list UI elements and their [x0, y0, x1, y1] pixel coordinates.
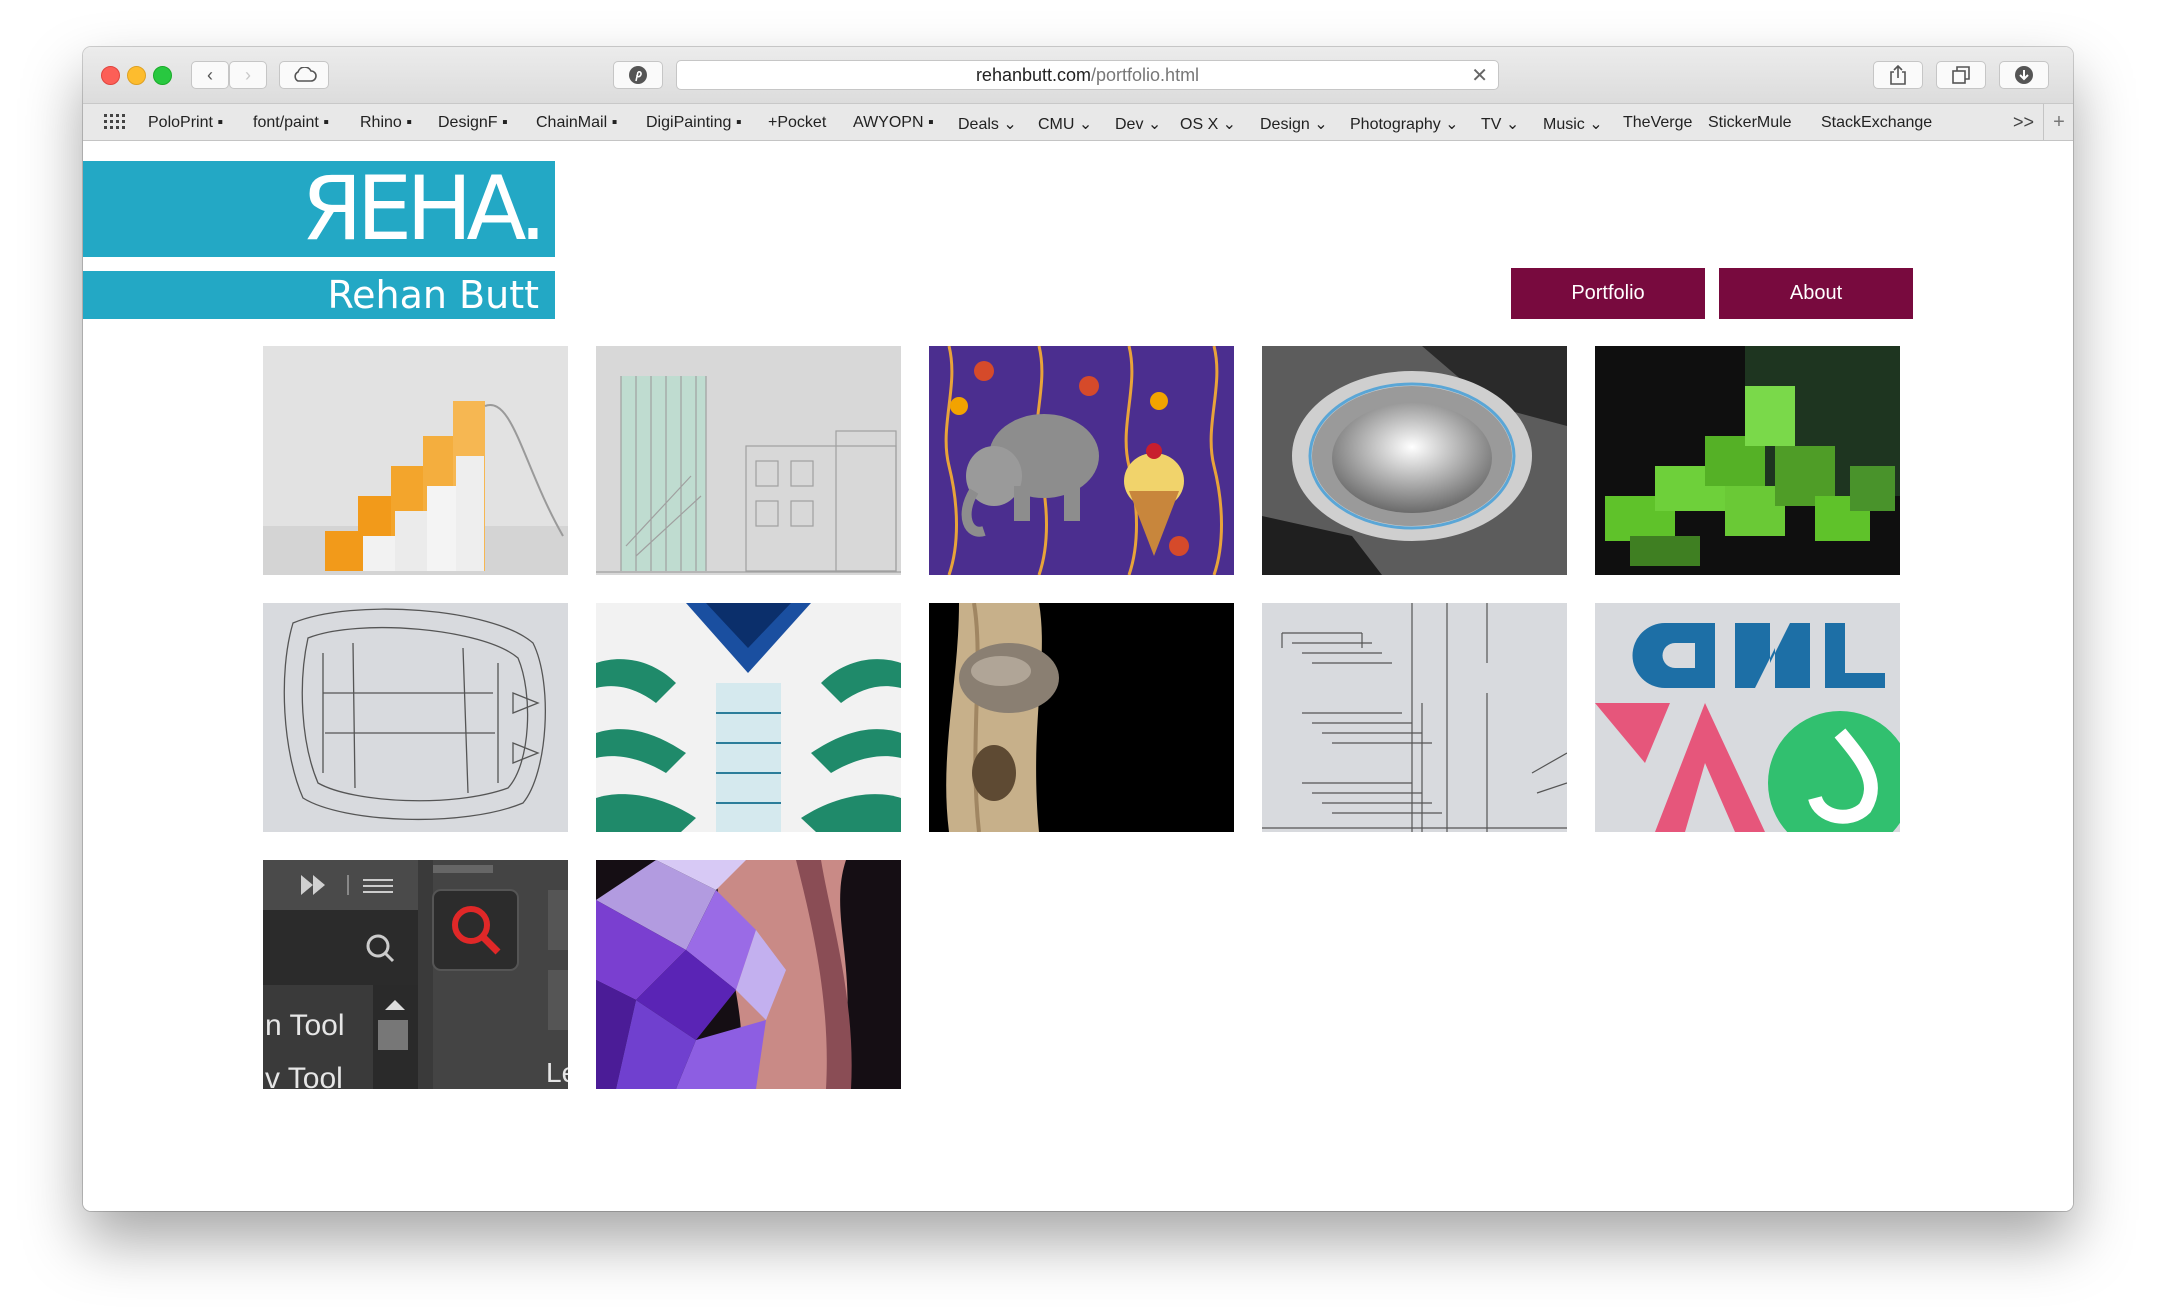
plus-icon: +: [2053, 110, 2065, 133]
portfolio-tile-geometric-logo[interactable]: [1595, 603, 1900, 832]
bookmark-item[interactable]: Music ⌄: [1543, 114, 1603, 134]
bookmark-item[interactable]: OS X ⌄: [1180, 114, 1236, 134]
bookmark-item[interactable]: CMU ⌄: [1038, 114, 1092, 134]
site-logo[interactable]: ЯEHA.: [83, 161, 555, 257]
portfolio-tile-building-elevation[interactable]: [596, 346, 901, 575]
ui-tool-label: n Tool: [265, 1009, 345, 1042]
site-name: Rehan Butt: [327, 273, 539, 317]
close-window-button[interactable]: [101, 66, 120, 85]
icloud-tabs-button[interactable]: [279, 61, 329, 89]
logo-wordmark: ЯEHA.: [301, 157, 547, 260]
elephant-pattern-illustration: [929, 346, 1234, 575]
stair-construction-drawing: [1262, 603, 1567, 832]
bookmark-item[interactable]: ChainMail ▪: [536, 114, 617, 132]
portfolio-tile-ui-screenshot[interactable]: n Tool v Tool Le: [263, 860, 568, 1089]
wireframe-chair-drawing: [263, 603, 568, 832]
portfolio-tile-wireframe-chair[interactable]: [263, 603, 568, 832]
pinterest-extension-button[interactable]: [613, 61, 663, 89]
maximize-window-button[interactable]: [153, 66, 172, 85]
portfolio-tile-low-poly-figure[interactable]: [596, 860, 901, 1089]
url-domain: rehanbutt.com: [975, 64, 1092, 85]
geometric-logo-design: [1595, 603, 1900, 832]
building-elevation-drawing: [596, 346, 901, 575]
bookmark-item[interactable]: Photography ⌄: [1350, 114, 1459, 134]
bookmark-item[interactable]: +Pocket: [768, 114, 826, 132]
browser-window: ‹ › rehanbutt.com/portfolio.html ✕ PoloP…: [83, 47, 2073, 1211]
address-bar[interactable]: rehanbutt.com/portfolio.html ✕: [676, 60, 1499, 90]
show-tabs-button[interactable]: [1936, 61, 1986, 89]
bookmarks-bar: PoloPrint ▪ font/paint ▪ Rhino ▪ DesignF…: [83, 104, 2073, 141]
nav-portfolio-button[interactable]: Portfolio: [1511, 268, 1705, 319]
bookmark-item[interactable]: TheVerge: [1623, 114, 1692, 132]
orange-stacked-blocks-render: [263, 346, 568, 575]
low-poly-figure-art: [596, 860, 901, 1089]
url-path: /portfolio.html: [1091, 64, 1200, 85]
portfolio-tile-sculpture[interactable]: [929, 603, 1234, 832]
share-button[interactable]: [1873, 61, 1923, 89]
new-tab-button[interactable]: +: [2043, 104, 2073, 140]
bookmark-item[interactable]: Deals ⌄: [958, 114, 1017, 134]
bookmark-item[interactable]: StackExchange: [1821, 114, 1932, 132]
metal-ring-product-render: [1262, 346, 1567, 575]
forward-button[interactable]: ›: [229, 61, 267, 89]
portfolio-tile-elephant-pattern[interactable]: [929, 346, 1234, 575]
back-button[interactable]: ‹: [191, 61, 229, 89]
portfolio-tile-stacked-blocks[interactable]: [263, 346, 568, 575]
green-blocks-render: [1595, 346, 1900, 575]
download-icon: [2015, 66, 2033, 84]
cloud-icon: [294, 67, 317, 82]
page-content: ЯEHA. Rehan Butt Portfolio About n Tool …: [83, 141, 2073, 1211]
site-name-banner[interactable]: Rehan Butt: [83, 271, 555, 319]
portfolio-tile-stair-drawing[interactable]: [1262, 603, 1567, 832]
nav-about-button[interactable]: About: [1719, 268, 1913, 319]
chevron-left-icon: ‹: [207, 64, 213, 85]
wood-stone-sculpture: [929, 603, 1234, 832]
bookmark-item[interactable]: PoloPrint ▪: [148, 114, 223, 132]
downloads-button[interactable]: [1999, 61, 2049, 89]
minimize-window-button[interactable]: [127, 66, 146, 85]
software-ui-screenshot: n Tool v Tool Le: [263, 860, 568, 1089]
bookmark-item[interactable]: AWYOPN ▪: [853, 114, 934, 132]
bookmarks-overflow-button[interactable]: >>: [2013, 112, 2034, 133]
bookmark-item[interactable]: StickerMule: [1708, 114, 1792, 132]
bookmark-item[interactable]: font/paint ▪: [253, 114, 329, 132]
pinterest-icon: [629, 66, 647, 84]
share-icon: [1890, 65, 1906, 85]
bookmark-item[interactable]: Rhino ▪: [360, 114, 412, 132]
ui-tool-label: v Tool: [265, 1062, 343, 1089]
bookmark-item[interactable]: Design ⌄: [1260, 114, 1328, 134]
ui-tool-label: Le: [546, 1057, 568, 1088]
top-sites-grid-icon[interactable]: [103, 113, 125, 131]
bookmark-item[interactable]: TV ⌄: [1481, 114, 1519, 134]
chevron-right-icon: ›: [245, 64, 251, 85]
tabs-icon: [1952, 66, 1970, 84]
bookmark-item[interactable]: DesignF ▪: [438, 114, 508, 132]
bookmark-item[interactable]: Dev ⌄: [1115, 114, 1161, 134]
portfolio-tile-metal-ring[interactable]: [1262, 346, 1567, 575]
architecture-atrium-render: [596, 603, 901, 832]
bookmark-item[interactable]: DigiPainting ▪: [646, 114, 742, 132]
browser-toolbar: ‹ › rehanbutt.com/portfolio.html ✕: [83, 47, 2073, 104]
close-icon[interactable]: ✕: [1471, 63, 1488, 88]
portfolio-tile-green-blocks[interactable]: [1595, 346, 1900, 575]
portfolio-tile-atrium[interactable]: [596, 603, 901, 832]
